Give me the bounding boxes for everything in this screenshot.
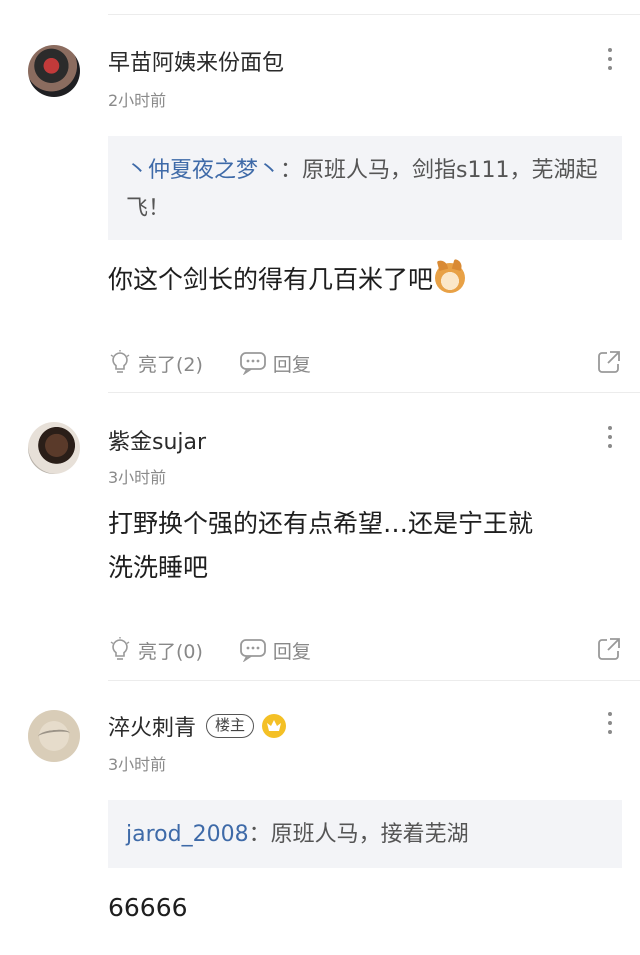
share-icon[interactable] xyxy=(596,349,622,375)
username-text[interactable]: 淬火刺青 xyxy=(108,710,196,742)
timestamp: 2小时前 xyxy=(108,91,167,110)
crown-badge-icon xyxy=(262,714,287,738)
avatar[interactable] xyxy=(28,710,80,762)
quoted-username[interactable]: jarod_2008 xyxy=(126,822,249,847)
reply-button[interactable]: 回复 xyxy=(239,350,311,377)
share-icon[interactable] xyxy=(596,636,622,662)
dog-face-emoji xyxy=(435,263,466,293)
avatar[interactable] xyxy=(28,45,80,97)
top-divider xyxy=(108,14,640,15)
comment-divider xyxy=(108,680,640,681)
action-bar: 亮了(0) 回复 xyxy=(108,633,622,667)
action-bar: 亮了(2) 回复 xyxy=(108,346,622,380)
comment-divider xyxy=(108,392,640,393)
comment-text-line: 洗洗睡吧 xyxy=(108,553,209,582)
chat-bubble-icon xyxy=(240,352,266,375)
timestamp: 3小时前 xyxy=(108,468,167,487)
username: 淬火刺青 楼主 xyxy=(108,710,287,742)
quoted-comment[interactable]: 丶仲夏夜之梦丶：原班人马，剑指s111，芜湖起飞！ xyxy=(108,136,622,240)
more-vertical-icon[interactable] xyxy=(600,426,620,448)
more-vertical-icon[interactable] xyxy=(600,48,620,70)
username[interactable]: 紫金sujar xyxy=(108,424,206,456)
quoted-text: 原班人马，接着芜湖 xyxy=(270,822,469,847)
reply-label: 回复 xyxy=(272,640,311,663)
comment-body: 66666 xyxy=(108,886,618,930)
reply-button[interactable]: 回复 xyxy=(239,637,311,664)
comment-text: 66666 xyxy=(108,893,188,922)
like-button[interactable]: 亮了(0) xyxy=(108,637,203,664)
quote-separator: ： xyxy=(248,822,271,847)
quoted-username[interactable]: 丶仲夏夜之梦丶 xyxy=(126,158,280,183)
comment-text: 你这个剑长的得有几百米了吧 xyxy=(108,265,434,294)
timestamp: 3小时前 xyxy=(108,755,167,774)
comment-body: 你这个剑长的得有几百米了吧 xyxy=(108,258,618,302)
chat-bubble-icon xyxy=(240,639,266,662)
reply-label: 回复 xyxy=(272,353,311,376)
like-count: 亮了(2) xyxy=(138,353,203,376)
quoted-comment[interactable]: jarod_2008：原班人马，接着芜湖 xyxy=(108,800,622,868)
lightbulb-icon xyxy=(110,350,130,373)
like-count: 亮了(0) xyxy=(138,640,203,663)
quote-separator: ： xyxy=(280,158,303,183)
comment-text-line: 打野换个强的还有点希望…还是宁王就 xyxy=(108,509,534,538)
more-vertical-icon[interactable] xyxy=(600,712,620,734)
username[interactable]: 早苗阿姨来份面包 xyxy=(108,45,284,77)
owner-badge: 楼主 xyxy=(206,714,255,738)
like-button[interactable]: 亮了(2) xyxy=(108,350,203,377)
comment-body: 打野换个强的还有点希望…还是宁王就 洗洗睡吧 xyxy=(108,502,618,590)
lightbulb-icon xyxy=(110,637,130,660)
avatar[interactable] xyxy=(28,422,80,474)
